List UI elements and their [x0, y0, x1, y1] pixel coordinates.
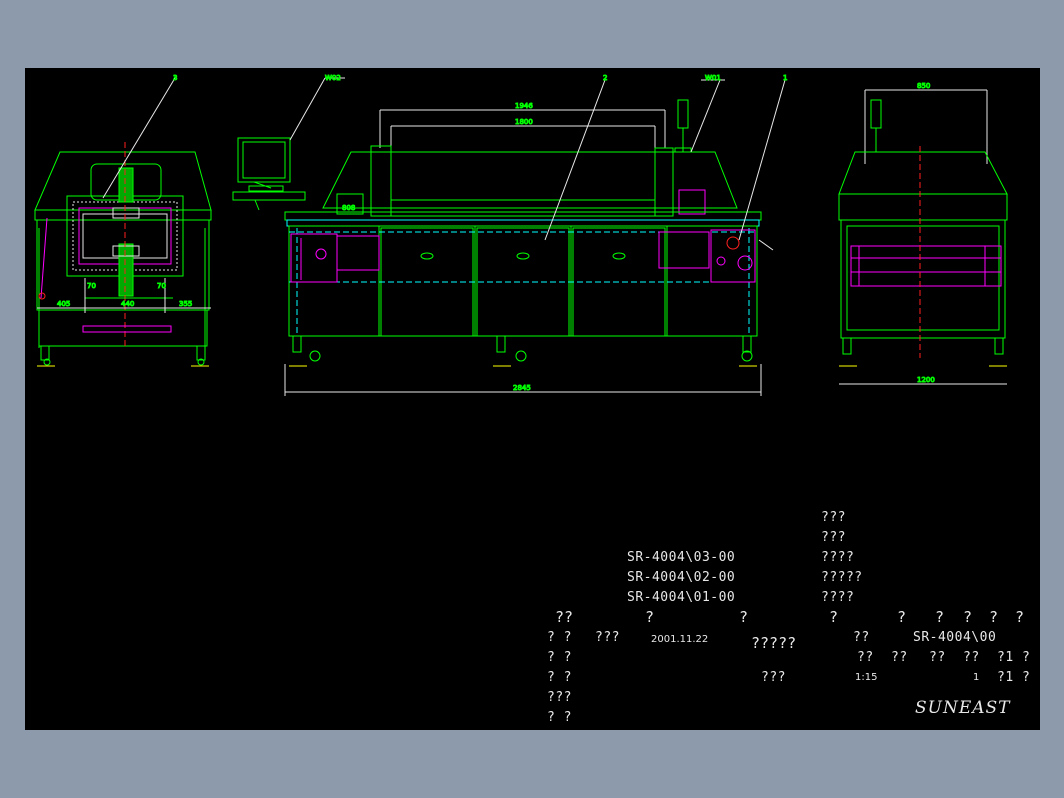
tb-sheet: ?1 ?: [997, 670, 1031, 685]
tb-qty: 1: [973, 672, 980, 683]
panel-label: 808: [342, 204, 355, 212]
tb-header-3: ?: [829, 608, 839, 626]
tb-material: ???: [761, 670, 786, 685]
tb-r5-a: ? ?: [547, 710, 572, 725]
front-view-main: [284, 79, 786, 396]
dim-end-mid: 440: [121, 300, 134, 308]
dim-side-bottom: 1200: [917, 376, 935, 384]
callout-2: 2: [603, 74, 607, 82]
tb-scale: 1:15: [855, 672, 878, 683]
tb-r4-a: ???: [547, 690, 572, 705]
tb-drawing-no: SR-4004\00: [913, 630, 997, 645]
cad-drawing: 3 W02 2 W01 1 1946 1800 2845 850 1200 40…: [34, 74, 1008, 396]
part-extra-2: ????: [821, 590, 855, 605]
callout-w01: W01: [705, 74, 721, 82]
dim-tunnel-outer: 1946: [515, 102, 533, 110]
tb-drawing-name: ?????: [751, 634, 797, 652]
drawing-sheet: 3 W02 2 W01 1 1946 1800 2845 850 1200 40…: [25, 68, 1040, 730]
part-code-3: SR-4004\03-00: [627, 550, 736, 565]
tb-r2-c1: ??: [857, 650, 874, 665]
tb-header-2: ?: [739, 608, 749, 626]
dim-overall-length: 2845: [513, 384, 531, 392]
tb-r2-c2: ??: [891, 650, 908, 665]
part-code-2: SR-4004\02-00: [627, 570, 736, 585]
tb-r1-b: ???: [595, 630, 620, 645]
tb-header-0: ??: [555, 608, 574, 626]
dim-end-gap-b: 70: [157, 282, 166, 290]
side-view-right: [838, 89, 1008, 385]
dim-side-top: 850: [917, 82, 930, 90]
dim-tunnel-inner: 1800: [515, 118, 533, 126]
part-name-1: ????: [821, 550, 855, 565]
tb-r1-a: ? ?: [547, 630, 572, 645]
monitor-w02: [232, 77, 345, 211]
dim-end-right: 355: [179, 300, 192, 308]
callout-3: 3: [173, 74, 177, 82]
tb-r3-a: ? ?: [547, 670, 572, 685]
tb-header-7: ?: [989, 608, 999, 626]
tb-header-6: ?: [963, 608, 973, 626]
part-name-3: ???: [821, 510, 846, 525]
company-name: SUNEAST: [915, 698, 1011, 718]
tb-header-8: ?: [1015, 608, 1025, 626]
tb-r2-a: ? ?: [547, 650, 572, 665]
tb-date: 2001.11.22: [651, 634, 709, 645]
tb-header-4: ?: [897, 608, 907, 626]
end-view-left: [34, 77, 212, 367]
part-code-1: SR-4004\01-00: [627, 590, 736, 605]
part-name-2: ???: [821, 530, 846, 545]
dim-end-left: 405: [57, 300, 70, 308]
dim-end-gap-a: 70: [87, 282, 96, 290]
part-extra-1: ?????: [821, 570, 863, 585]
callout-1: 1: [783, 74, 787, 82]
tb-r2-c4: ??: [963, 650, 980, 665]
tb-header-5: ?: [935, 608, 945, 626]
tb-header-1: ?: [645, 608, 655, 626]
tb-r2-c3: ??: [929, 650, 946, 665]
tb-r2-c5: ?1 ?: [997, 650, 1031, 665]
callout-w02: W02: [325, 74, 341, 82]
tb-r1-c: ??: [853, 630, 870, 645]
